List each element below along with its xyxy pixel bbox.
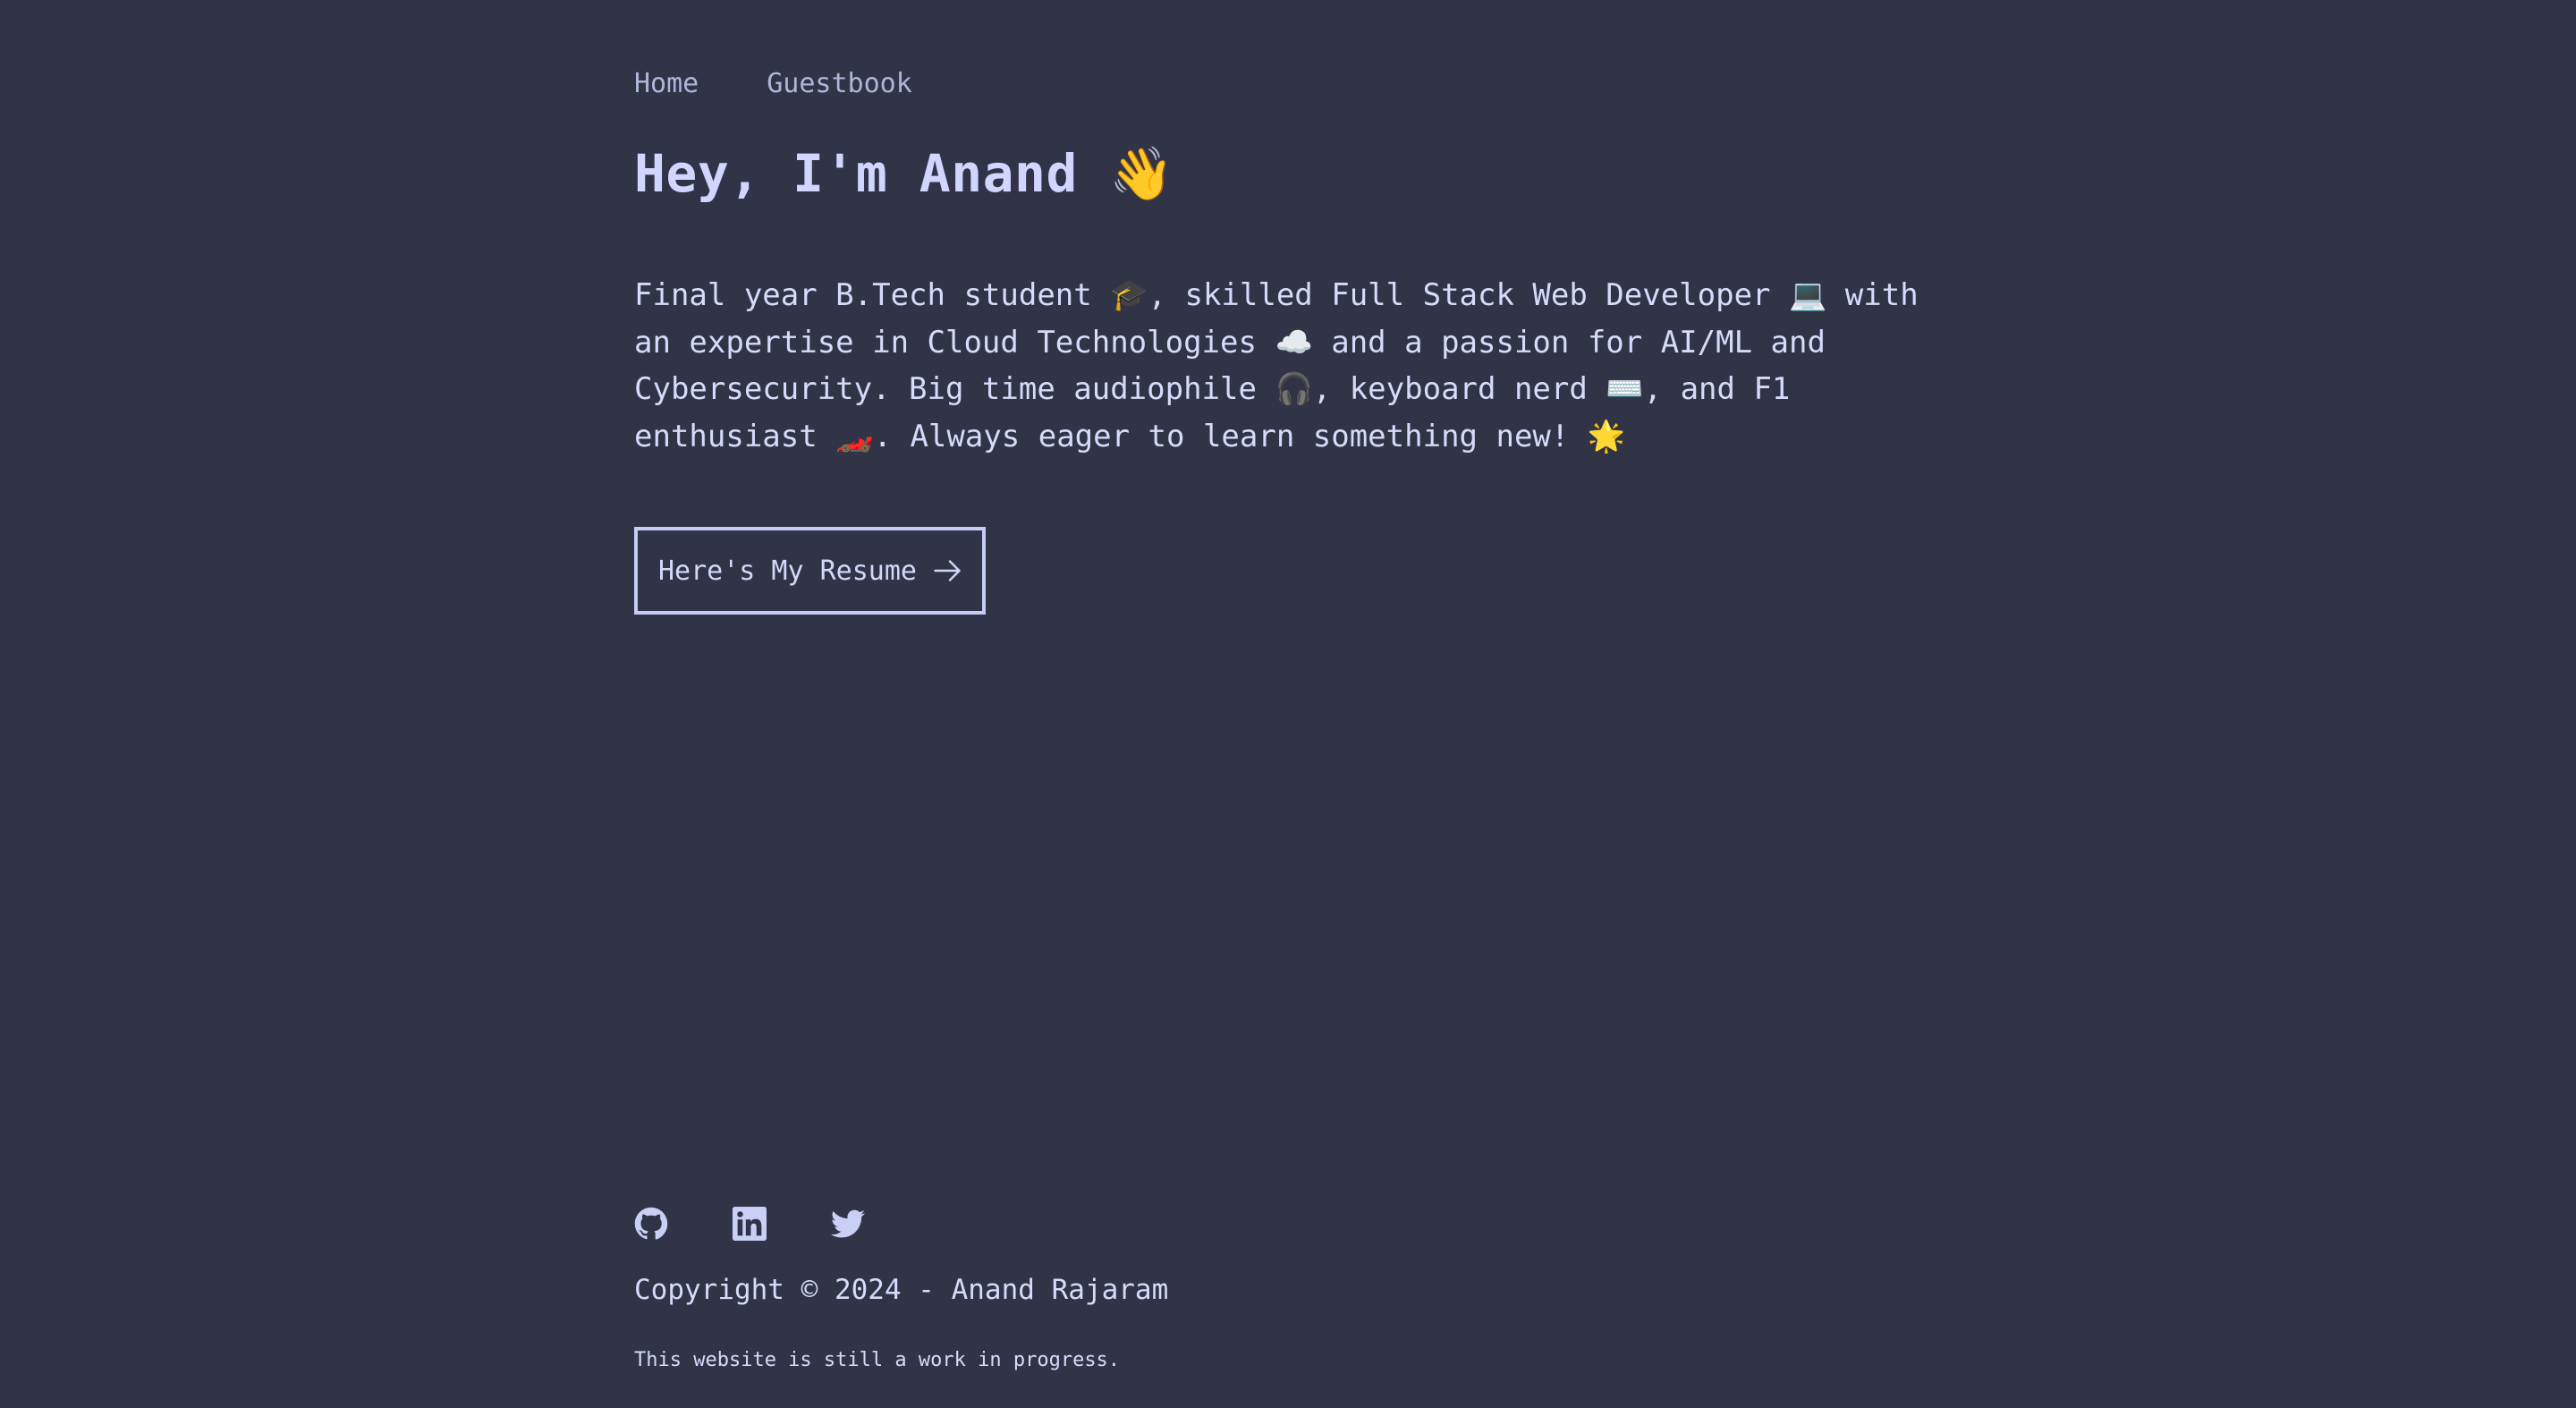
work-in-progress-note: This website is still a work in progress… xyxy=(634,1349,1121,1371)
github-icon[interactable] xyxy=(634,1207,668,1241)
copyright-text: Copyright © 2024 - Anand Rajaram xyxy=(634,1274,1169,1306)
nav-home-link[interactable]: Home xyxy=(634,68,699,99)
resume-button[interactable]: Here's My Resume xyxy=(634,527,986,615)
nav-guestbook-link[interactable]: Guestbook xyxy=(767,68,912,99)
social-links xyxy=(634,1207,865,1241)
bio-paragraph: Final year B.Tech student 🎓, skilled Ful… xyxy=(634,277,1919,454)
resume-button-label: Here's My Resume xyxy=(658,555,917,587)
linkedin-icon[interactable] xyxy=(733,1207,767,1241)
twitter-icon[interactable] xyxy=(831,1207,865,1241)
arrow-right-icon xyxy=(931,555,963,587)
page-container: Home Guestbook Hey, I'm Anand 👋 Final ye… xyxy=(634,0,1942,1408)
top-nav: Home Guestbook xyxy=(634,68,912,99)
page-title: Hey, I'm Anand 👋 xyxy=(634,143,1175,204)
